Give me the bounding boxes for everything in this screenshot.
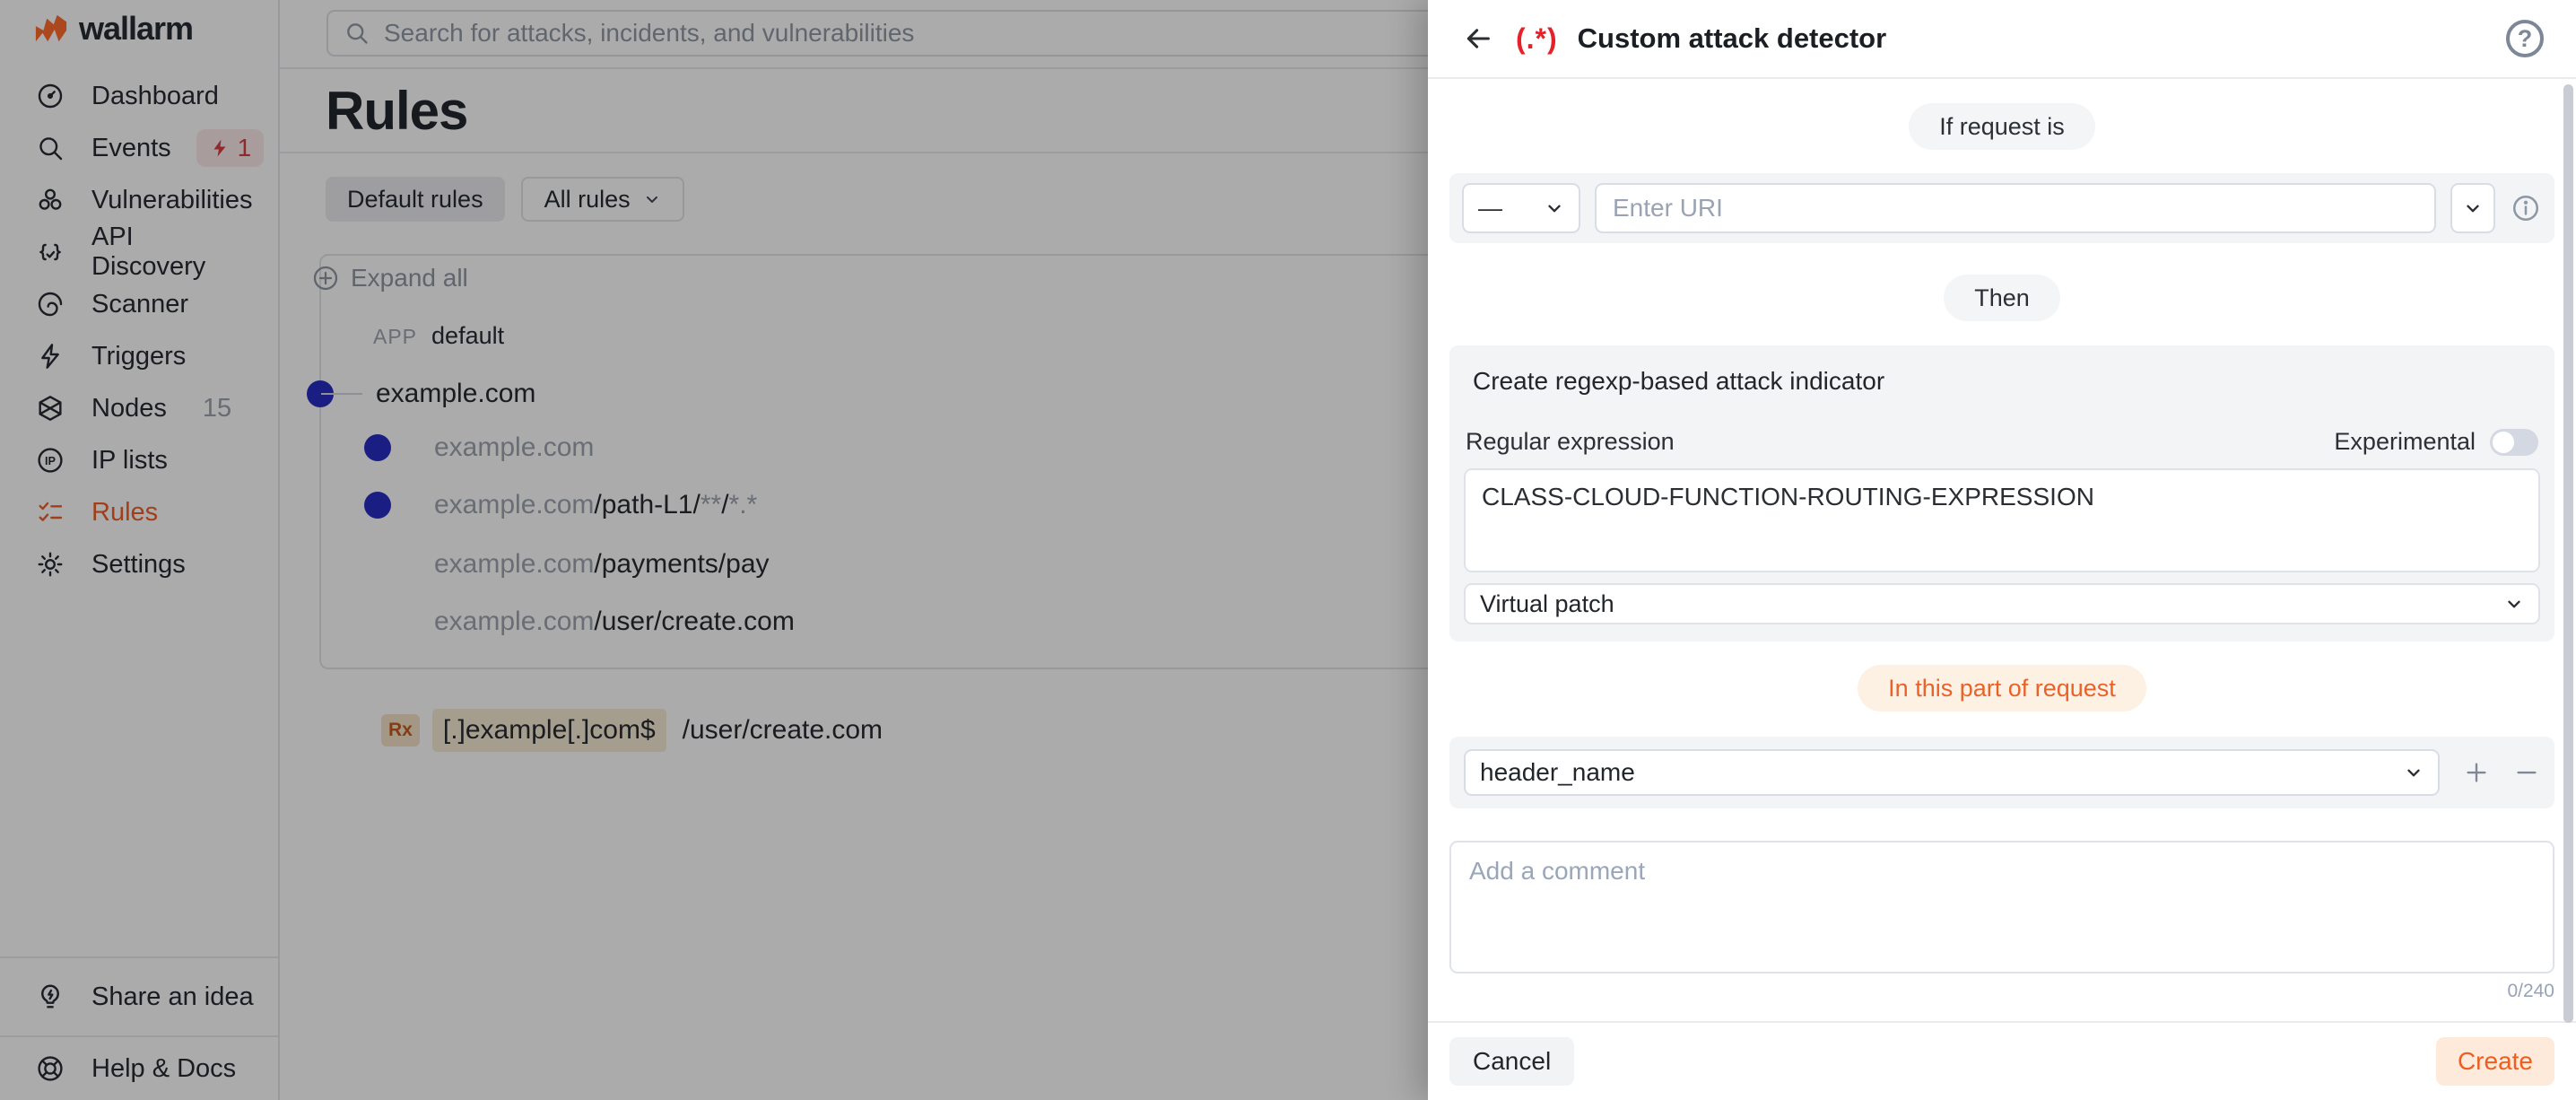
experimental-label: Experimental	[2334, 428, 2476, 456]
experimental-toggle[interactable]	[2490, 429, 2538, 456]
request-point-value: header_name	[1480, 758, 1635, 787]
comment-textarea[interactable]	[1449, 841, 2554, 973]
info-icon[interactable]	[2510, 192, 2542, 224]
condition-row: —	[1449, 173, 2554, 243]
back-arrow-icon[interactable]	[1460, 21, 1496, 57]
modal-dim-overlay[interactable]	[0, 0, 1428, 1100]
regex-label-row: Regular expression Experimental	[1466, 428, 2538, 456]
panel-header: (.*) Custom attack detector ?	[1428, 0, 2576, 79]
remove-point-button[interactable]	[2513, 759, 2540, 786]
create-button[interactable]: Create	[2436, 1037, 2554, 1086]
in-this-part-of-request-pill: In this part of request	[1858, 665, 2146, 712]
if-request-is-pill: If request is	[1909, 103, 2095, 150]
regex-textarea[interactable]: CLASS-CLOUD-FUNCTION-ROUTING-EXPRESSION	[1464, 468, 2540, 572]
uri-input[interactable]	[1595, 183, 2436, 233]
panel-title: Custom attack detector	[1578, 22, 1887, 55]
action-card: Create regexp-based attack indicator Reg…	[1449, 345, 2554, 642]
comment-char-counter: 0/240	[2507, 981, 2554, 1002]
request-point-row: header_name	[1449, 737, 2554, 808]
attack-type-select[interactable]: Virtual patch	[1464, 583, 2540, 624]
condition-operator-value: —	[1478, 195, 1502, 223]
uri-options-button[interactable]	[2450, 183, 2495, 233]
add-point-button[interactable]	[2463, 759, 2490, 786]
attack-type-value: Virtual patch	[1480, 590, 1614, 618]
action-heading: Create regexp-based attack indicator	[1473, 367, 2540, 396]
help-icon[interactable]: ?	[2506, 20, 2544, 57]
panel-scrollbar-thumb[interactable]	[2563, 84, 2573, 1023]
then-pill: Then	[1944, 275, 2060, 321]
panel-body: If request is — Then Create regexp-based…	[1428, 81, 2576, 1019]
cancel-button[interactable]: Cancel	[1449, 1037, 1574, 1086]
regular-expression-label: Regular expression	[1466, 428, 1675, 456]
toggle-knob	[2493, 432, 2514, 453]
app-root: wallarm DashboardEvents1VulnerabilitiesA…	[0, 0, 2576, 1100]
experimental-wrap: Experimental	[2334, 428, 2538, 456]
panel-footer: Cancel Create	[1428, 1021, 2576, 1100]
custom-attack-detector-panel: (.*) Custom attack detector ? If request…	[1428, 0, 2576, 1100]
regex-badge-prefix: (.*)	[1516, 22, 1558, 56]
request-point-select[interactable]: header_name	[1464, 749, 2440, 796]
condition-operator-select[interactable]: —	[1462, 183, 1580, 233]
